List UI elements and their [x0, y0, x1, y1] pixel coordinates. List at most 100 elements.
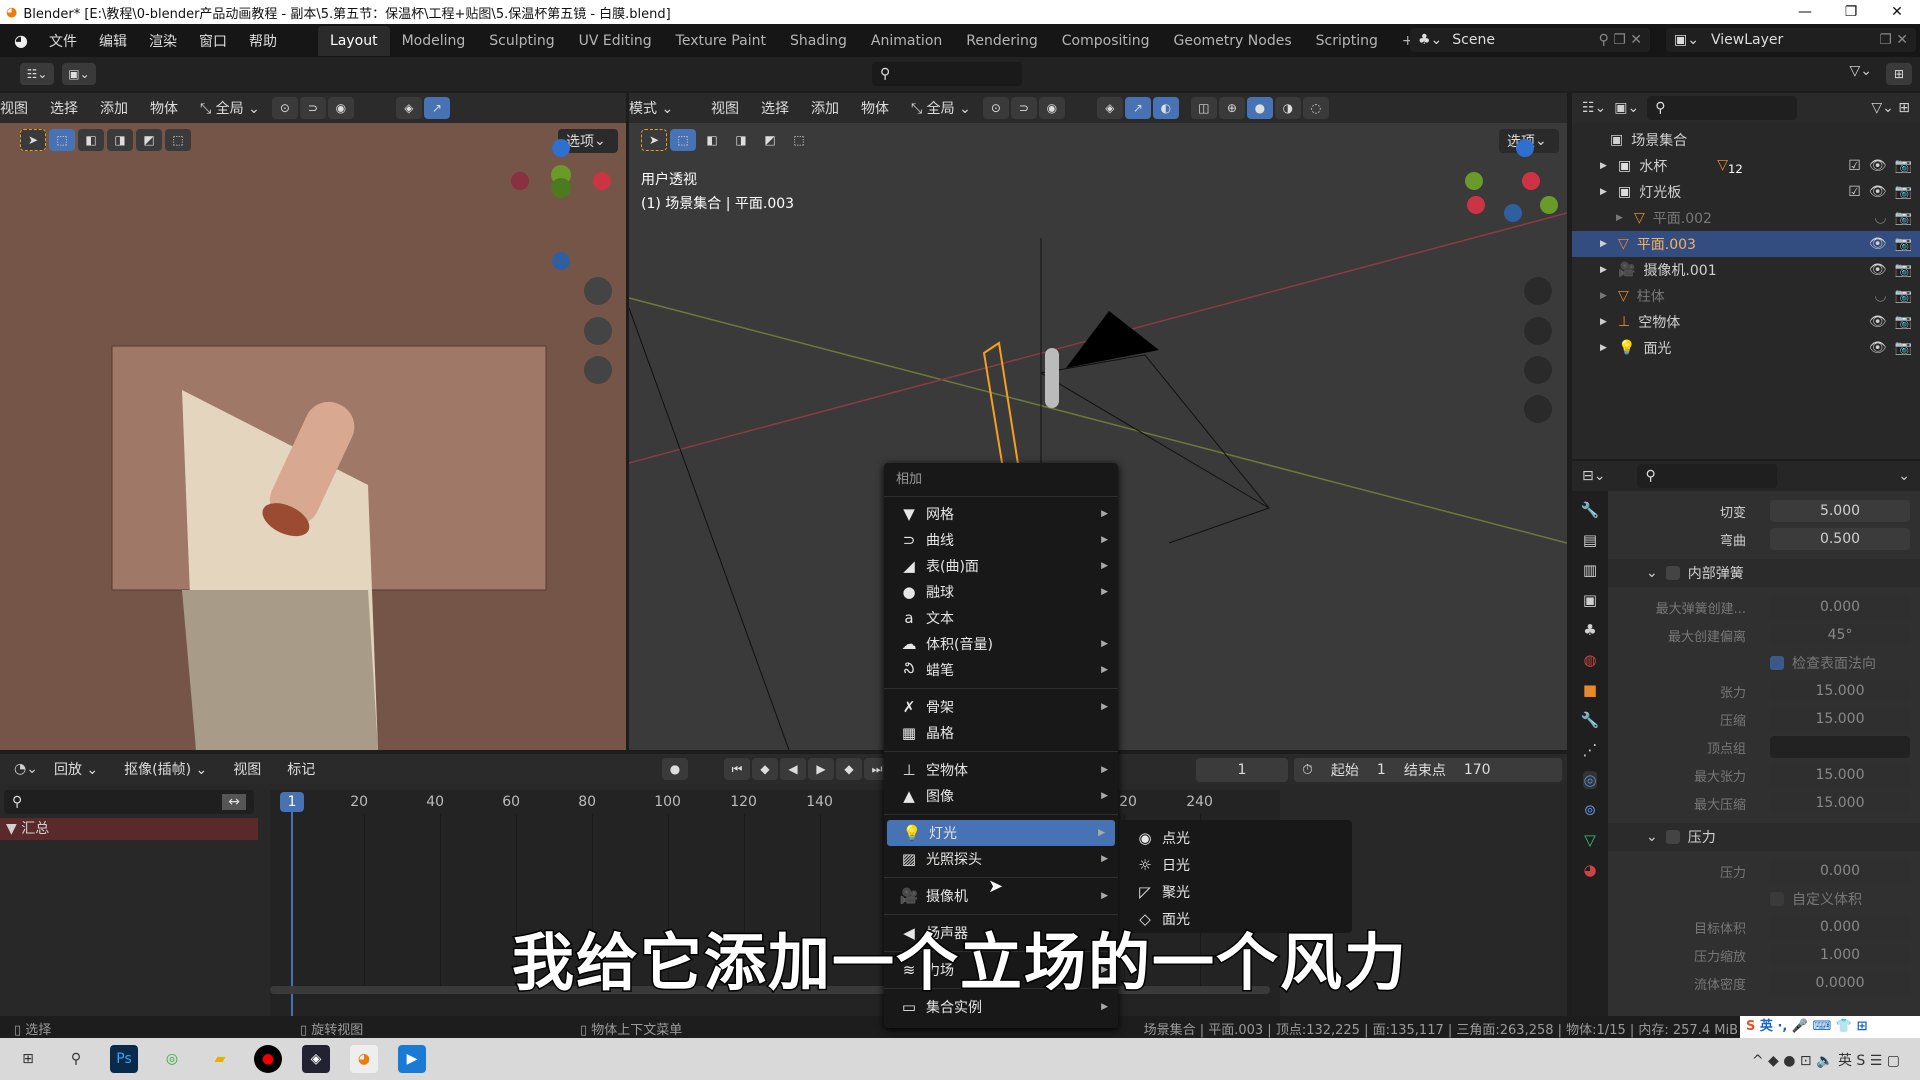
xray-icon[interactable]: ◫	[1190, 97, 1217, 119]
eye-icon[interactable]: 👁	[1869, 184, 1887, 200]
record-app-icon[interactable]: ●	[254, 1045, 282, 1073]
tab-animation[interactable]: Animation	[859, 26, 954, 56]
select-intersect-icon[interactable]: ⬚	[786, 129, 812, 151]
snap-icon[interactable]: ⊃	[1010, 97, 1037, 119]
next-keyframe-icon[interactable]: ◆	[836, 758, 862, 780]
menu-add[interactable]: 添加	[801, 98, 849, 118]
browser-icon[interactable]: ◎	[158, 1045, 186, 1073]
menu-item[interactable]: ⊃ 曲线 ▶	[884, 527, 1118, 553]
light-type-item[interactable]: ☼ 日光	[1120, 851, 1352, 878]
view-layer-tab-icon[interactable]: ▣	[1583, 591, 1597, 609]
orientation-dropdown[interactable]: ⤡ 全局 ⌄	[901, 98, 981, 118]
select-tool-icon[interactable]: ➤	[641, 129, 667, 151]
material-tab-icon[interactable]: ◕	[1583, 861, 1596, 879]
expand-arrow-icon[interactable]: ▶	[1600, 161, 1618, 171]
expand-arrow-icon[interactable]: ▶	[1600, 187, 1618, 197]
system-tray[interactable]: ^ ◆ ● ⊡ 🔈 英 S ☰ ▢	[1752, 1050, 1900, 1070]
property-field[interactable]: 15.000	[1770, 792, 1910, 814]
current-frame-field[interactable]: 1	[1196, 758, 1288, 782]
material-shading-icon[interactable]: ◑	[1274, 97, 1301, 119]
menu-view[interactable]: 视图	[701, 98, 749, 118]
blender-taskbar-icon[interactable]: ◕	[350, 1045, 378, 1073]
internal-springs-checkbox[interactable]	[1665, 566, 1680, 580]
ime-toolbar[interactable]: S 英 ·, 🎤 ⌨ 👕 ⊞	[1740, 1016, 1920, 1038]
new-view-layer-icon[interactable]: ❐ ✕	[1879, 32, 1908, 48]
camera-render-icon[interactable]: 📷	[1895, 158, 1912, 174]
pressure-panel-header[interactable]: ⌄ 压力	[1608, 823, 1920, 851]
gizmo-icon[interactable]: ↗	[1124, 97, 1151, 119]
tab-texture-paint[interactable]: Texture Paint	[664, 26, 778, 56]
scene-selector[interactable]: ♣⌄ Scene ⚲ ❐ ✕	[1410, 28, 1650, 52]
property-field[interactable]: 15.000	[1770, 708, 1910, 730]
start-frame-field[interactable]: 1	[1377, 762, 1386, 778]
camera-render-icon[interactable]: 📷	[1895, 210, 1912, 226]
video-app-icon[interactable]: ▶	[398, 1045, 426, 1073]
menu-item[interactable]: ▼ 网格 ▶	[884, 501, 1118, 527]
menu-item[interactable]: ◢ 表(曲)面 ▶	[884, 553, 1118, 579]
eye-icon[interactable]: 👁	[1869, 158, 1887, 174]
bending-field[interactable]: 0.500	[1770, 528, 1910, 550]
channel-search[interactable]: ⚲ ↔	[4, 790, 254, 814]
camera-render-icon[interactable]: 📷	[1895, 288, 1912, 304]
filter-icon[interactable]: ▽⌄	[1850, 63, 1873, 79]
menu-item[interactable]: 💡 灯光 ▶	[887, 820, 1115, 846]
eye-icon[interactable]: 👁	[1869, 262, 1887, 278]
menu-item[interactable]: a 文本	[884, 605, 1118, 631]
menu-window[interactable]: 窗口	[188, 31, 238, 51]
properties-search[interactable]: ⚲	[1637, 464, 1778, 488]
tool-tab-icon[interactable]: 🔧	[1581, 501, 1600, 519]
outliner-item[interactable]: ▶ ⊥ 空物体 👁 📷	[1572, 309, 1920, 335]
pressure-field[interactable]: 0.000	[1770, 860, 1910, 882]
select-extend-icon[interactable]: ◧	[699, 129, 725, 151]
camera-render-icon[interactable]: 📷	[1895, 314, 1912, 330]
check-normals-checkbox[interactable]	[1770, 656, 1784, 670]
exclude-checkbox[interactable]: ☑	[1848, 184, 1861, 200]
shear-field[interactable]: 5.000	[1770, 500, 1910, 522]
menu-item[interactable]: ▨ 光照探头 ▶	[884, 846, 1118, 872]
camera-render-icon[interactable]: 📷	[1895, 184, 1912, 200]
expand-arrow-icon[interactable]: ▶	[1600, 343, 1618, 353]
tab-sculpting[interactable]: Sculpting	[477, 26, 566, 56]
tab-shading[interactable]: Shading	[778, 26, 859, 56]
outliner-search[interactable]: ⚲	[1647, 96, 1798, 120]
display-mode-icon[interactable]: ☷⌄	[1582, 100, 1606, 116]
pressure-checkbox[interactable]	[1665, 830, 1680, 844]
image-icon[interactable]: ▣⌄	[62, 63, 96, 85]
property-field[interactable]: 15.000	[1770, 680, 1910, 702]
select-new-icon[interactable]: ⬚	[670, 129, 696, 151]
expand-arrow-icon[interactable]: ▶	[1600, 239, 1618, 249]
expand-arrow-icon[interactable]: ▶	[1600, 265, 1618, 275]
expand-arrow-icon[interactable]: ▶	[1600, 317, 1618, 327]
pin-icon[interactable]: ⚲ ❐ ✕	[1599, 32, 1642, 48]
outliner-root[interactable]: ▣ 场景集合	[1572, 127, 1920, 153]
eye-closed-icon[interactable]: ◡	[1874, 288, 1886, 304]
tab-compositing[interactable]: Compositing	[1050, 26, 1162, 56]
end-frame-field[interactable]: 170	[1464, 762, 1491, 778]
app-icon[interactable]: ◈	[302, 1045, 330, 1073]
outliner-item[interactable]: ▶ 🎥 摄像机.001 👁 📷	[1572, 257, 1920, 283]
internal-springs-panel-header[interactable]: ⌄ 内部弹簧	[1608, 559, 1920, 587]
outliner-item[interactable]: ▶ 💡 面光 👁 📷	[1572, 335, 1920, 361]
eye-icon[interactable]: 👁	[1869, 340, 1887, 356]
new-collection-icon[interactable]: ⊞	[1886, 63, 1912, 85]
menu-item[interactable]: ▦ 晶格	[884, 720, 1118, 746]
outliner-item[interactable]: ▶ ▽ 平面.003 👁 📷	[1572, 231, 1920, 257]
keying-dropdown[interactable]: 抠像(插帧) ⌄	[114, 759, 217, 779]
solid-shading-icon[interactable]: ●	[1246, 97, 1273, 119]
expand-arrow-icon[interactable]: ▶	[1616, 213, 1634, 223]
render-tab-icon[interactable]: ▤	[1583, 531, 1597, 549]
property-field[interactable]	[1770, 736, 1910, 758]
photoshop-icon[interactable]: Ps	[110, 1045, 138, 1073]
scene-tab-icon[interactable]: ♣	[1583, 621, 1596, 639]
options-dropdown[interactable]: 选项 ⌄	[1499, 129, 1559, 153]
camera-render-icon[interactable]: 📷	[1895, 262, 1912, 278]
rendered-shading-icon[interactable]: ◌	[1302, 97, 1329, 119]
tab-rendering[interactable]: Rendering	[954, 26, 1050, 56]
camera-render-icon[interactable]: 📷	[1895, 236, 1912, 252]
eye-icon[interactable]: 👁	[1869, 236, 1887, 252]
menu-object[interactable]: 物体	[851, 98, 899, 118]
windows-start-icon[interactable]: ⊞	[14, 1045, 42, 1073]
max-deviation-field[interactable]: 45°	[1770, 624, 1910, 646]
constraints-tab-icon[interactable]: ⊚	[1584, 801, 1597, 819]
visibility-icon[interactable]: ◈	[1096, 97, 1123, 119]
